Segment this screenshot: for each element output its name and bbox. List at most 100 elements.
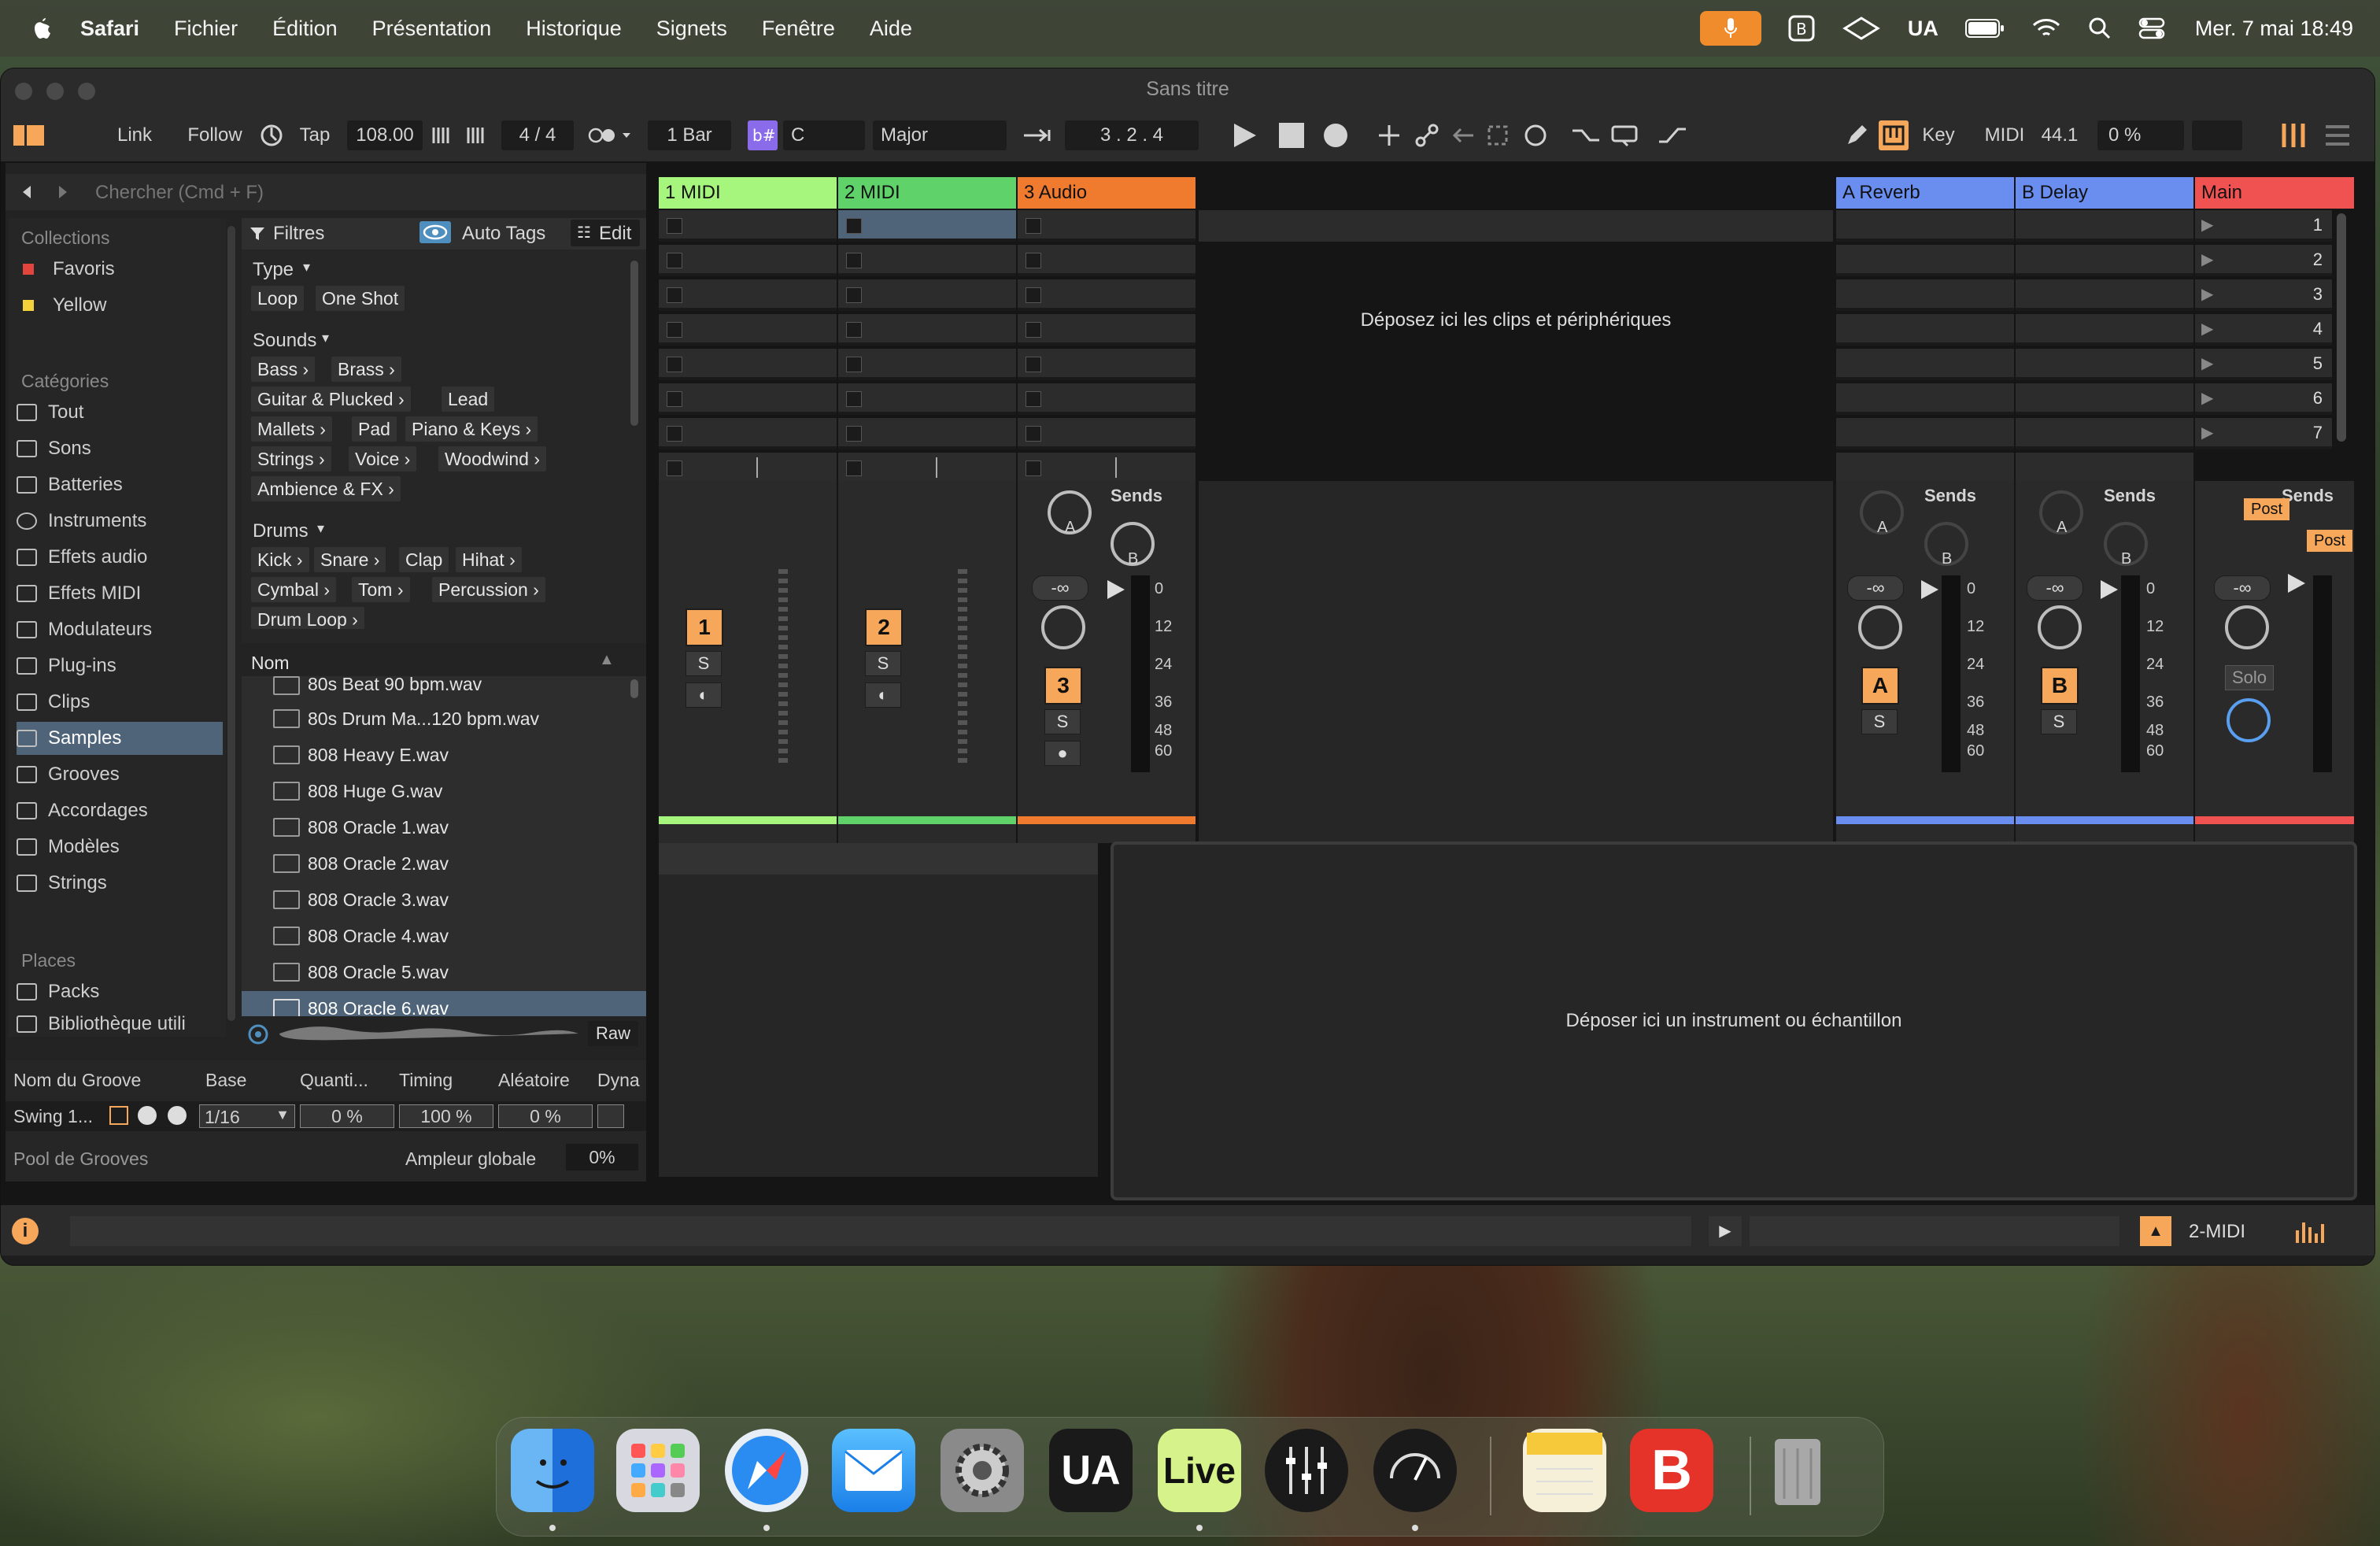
pan-knob-b[interactable] [2038,605,2082,649]
key-color-icon[interactable]: b# [747,120,778,150]
tag-chip-kick[interactable]: Kick › [251,547,309,572]
tag-chip-voice[interactable]: Voice › [349,446,417,472]
clip-slot[interactable] [2016,279,2193,311]
scene-launch-row[interactable]: ▶ 1 [2195,210,2332,242]
quantize-menu[interactable]: 1 Bar [648,120,731,150]
category-modeles[interactable]: Modèles [17,830,223,864]
trash-icon[interactable] [1756,1429,1839,1512]
scene-launch-icon[interactable]: ▶ [2201,353,2213,373]
drums-chevron-icon[interactable]: ▾ [317,520,324,537]
auto-tags-toggle[interactable] [419,221,451,243]
clip-slot[interactable] [1018,349,1196,380]
volume-field-main[interactable]: -∞ [2214,575,2271,601]
tag-chip-one-shot[interactable]: One Shot [316,286,405,311]
sounds-chevron-icon[interactable]: ▾ [322,330,329,346]
tag-chip-percussion[interactable]: Percussion › [432,577,545,602]
draw-mode-icon[interactable] [1842,120,1871,150]
tag-chip-woodwind[interactable]: Woodwind › [438,446,547,472]
back-arrow-icon[interactable] [21,185,32,199]
volume-field-3[interactable]: -∞ [1032,575,1088,601]
category-modulateurs[interactable]: Modulateurs [17,613,223,646]
pan-knob-a[interactable] [1858,605,1902,649]
metronome-icon[interactable] [257,120,286,150]
pan-knob-3[interactable] [1041,605,1085,649]
name-column-header[interactable]: Nom [251,653,290,674]
status-up-arrow-icon[interactable]: ▲ [2140,1216,2171,1246]
arrangement-position-icon[interactable] [1021,120,1055,150]
tag-chip-snare[interactable]: Snare › [314,547,386,572]
preview-headphones-icon[interactable] [248,1024,268,1045]
scene-launch-row[interactable]: ▶ 4 [2195,314,2332,346]
clip-slot[interactable] [2016,314,2193,346]
nudge-down-icon[interactable] [431,120,453,150]
tag-chip-brass[interactable]: Brass › [331,357,401,382]
session-view-icon[interactable] [2278,120,2308,150]
tag-chip-clap[interactable]: Clap [399,547,449,572]
clip-slot[interactable] [1836,383,2014,415]
clip-slot[interactable] [838,383,1016,415]
volume-slider-arrow-icon[interactable] [1920,579,1940,601]
clip-slot[interactable] [1836,245,2014,276]
clip-slot[interactable] [838,279,1016,311]
type-chevron-icon[interactable]: ▾ [303,259,310,276]
metronome-toggle-icon[interactable] [583,120,640,150]
edit-tags-button[interactable]: ☷ Edit [571,220,640,246]
category-effets-audio[interactable]: Effets audio [17,541,223,574]
clip-slot[interactable] [1018,210,1196,242]
clip-slot[interactable] [1018,383,1196,415]
track-activator-b[interactable]: B [2041,667,2079,705]
waveform-preview[interactable] [279,1021,578,1046]
track-header-main[interactable]: Main [2195,177,2354,209]
nudge-up-icon[interactable] [465,120,487,150]
solo-button-a[interactable]: S [1861,709,1898,734]
tag-chip-hihat[interactable]: Hihat › [456,547,522,572]
scene-launch-row[interactable]: ▶ 2 [2195,245,2332,276]
tag-chip-drum-loop[interactable]: Drum Loop › [251,607,364,629]
menu-clock[interactable]: Mer. 7 mai 18:49 [2195,17,2353,41]
scene-launch-icon[interactable]: ▶ [2201,215,2213,235]
scene-launch-icon[interactable]: ▶ [2201,423,2213,442]
tag-chip-cymbal[interactable]: Cymbal › [251,577,337,602]
category-instruments[interactable]: Instruments [17,505,223,538]
clip-slot[interactable] [659,314,837,346]
tag-chip-lead[interactable]: Lead [442,386,495,412]
scale-select[interactable]: Major [873,120,1007,150]
capture-icon[interactable] [1484,120,1512,150]
track-header-2-midi[interactable]: 2 MIDI [838,177,1016,209]
scene-launch-row[interactable]: ▶ 5 [2195,349,2332,380]
punch-icon[interactable] [1657,120,1688,150]
groove-quantize-field[interactable]: 0 % [300,1104,394,1128]
groove-base-select[interactable]: 1/16 ▼ [199,1104,295,1128]
volume-field-a[interactable]: -∞ [1847,575,1904,601]
tag-chip-guitar[interactable]: Guitar & Plucked › [251,386,411,412]
tap-tempo-button[interactable]: Tap [294,120,336,150]
link-button[interactable]: Link [102,120,168,150]
scene-launch-row[interactable]: ▶ 6 [2195,383,2332,415]
ua-console-icon[interactable] [1265,1429,1348,1512]
menu-historique[interactable]: Historique [526,17,622,41]
tag-chip-ambience-fx[interactable]: Ambience & FX › [251,476,401,501]
time-signature-field[interactable]: 4 / 4 [501,120,574,150]
tag-chip-loop[interactable]: Loop [251,286,305,311]
clip-slot[interactable] [838,349,1016,380]
midi-map-button[interactable]: MIDI [1979,120,2030,150]
menu-fenetre[interactable]: Fenêtre [762,17,835,41]
clip-slot[interactable] [659,418,837,449]
clip-slot[interactable] [2016,245,2193,276]
clip-slot[interactable] [1836,418,2014,449]
groove-hot-swap-icon[interactable] [109,1106,128,1125]
menu-edition[interactable]: Édition [272,17,338,41]
solo-button-1[interactable]: S [686,651,722,676]
cpu-meter[interactable]: 0 % [2097,120,2184,150]
sidebar-scrollbar[interactable] [227,226,235,1021]
clip-slot[interactable] [659,349,837,380]
search-icon[interactable] [2088,17,2112,40]
track-header-a-reverb[interactable]: A Reverb [1836,177,2014,209]
arm-button-2[interactable]: ◐ [865,682,901,708]
add-icon[interactable] [1375,120,1403,150]
category-clips[interactable]: Clips [17,686,223,719]
auto-tags-label[interactable]: Auto Tags [462,223,545,245]
track-header-1-midi[interactable]: 1 MIDI [659,177,837,209]
clip-slot[interactable] [659,245,837,276]
key-root-select[interactable]: C [783,120,865,150]
